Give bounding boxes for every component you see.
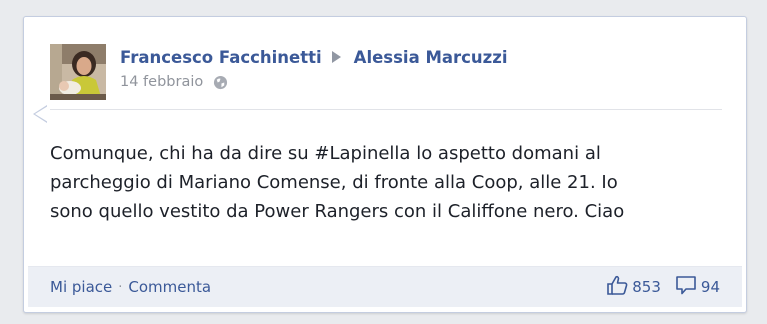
globe-icon[interactable]	[213, 75, 228, 90]
like-link[interactable]: Mi piace	[50, 278, 112, 296]
comment-bubble-icon[interactable]	[675, 275, 697, 299]
author-avatar[interactable]	[50, 44, 106, 100]
post-meta: 14 febbraio	[120, 74, 228, 90]
avatar-photo	[50, 44, 106, 100]
card-pointer-inner	[35, 106, 48, 122]
comment-bubble-icon-svg	[676, 276, 696, 295]
post-actions: Mi piace · Commenta	[50, 267, 211, 307]
post-date-link[interactable]: 14 febbraio	[120, 74, 203, 90]
action-separator: ·	[118, 279, 123, 295]
post-body-text: Comunque, chi ha da dire su #Lapinella l…	[50, 143, 625, 222]
post-card: Francesco Facchinetti Alessia Marcuzzi 1…	[23, 16, 747, 313]
comment-link[interactable]: Commenta	[128, 278, 211, 296]
post-stats: 853 94	[606, 267, 720, 307]
author-name-link[interactable]: Francesco Facchinetti	[120, 48, 322, 67]
thumbs-up-icon-svg	[607, 275, 628, 295]
arrow-right-icon	[331, 51, 341, 63]
post-footer: Mi piace · Commenta 853 94	[28, 266, 742, 307]
comments-count[interactable]: 94	[701, 278, 720, 296]
globe-icon-svg	[214, 75, 228, 89]
thumbs-up-icon[interactable]	[606, 275, 628, 299]
likes-count[interactable]: 853	[632, 278, 661, 296]
header-divider	[50, 109, 722, 110]
recipient-name-link[interactable]: Alessia Marcuzzi	[354, 48, 508, 67]
post-header-names: Francesco Facchinetti Alessia Marcuzzi	[120, 45, 508, 69]
